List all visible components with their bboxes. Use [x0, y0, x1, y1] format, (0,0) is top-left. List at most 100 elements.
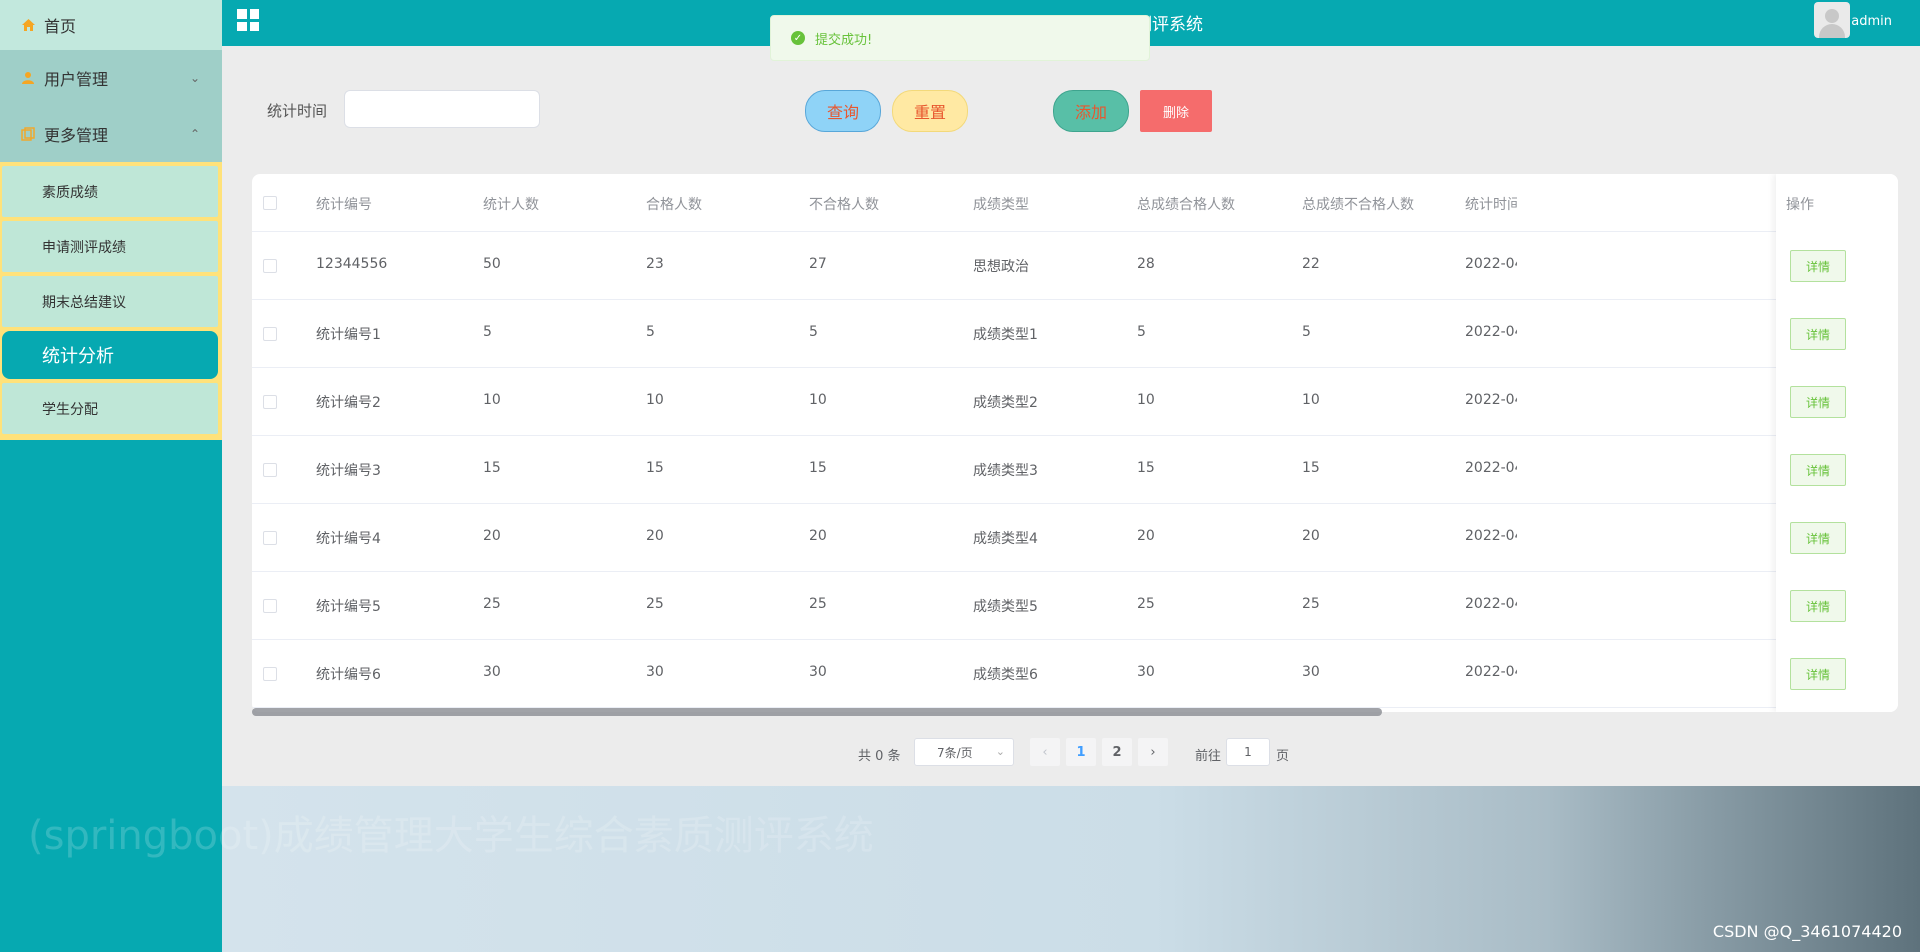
statistics-table: 统计编号 统计人数 合格人数 不合格人数 成绩类型 总成绩合格人数 总成绩不合格人数 统计时间…: [252, 174, 1898, 712]
table-cell: 2022-04: [1465, 596, 1517, 612]
table-cell: 15: [646, 460, 664, 476]
fixed-action-column: 详情 详情 详情 详情 详情 详情 详情 操作: [1776, 174, 1898, 712]
table-cell: 25: [1137, 596, 1155, 612]
table-cell: 统计编号2: [316, 395, 381, 411]
table-cell: 统计编号4: [316, 531, 381, 547]
table-cell: 30: [1302, 664, 1320, 680]
table-cell: 10: [646, 392, 664, 408]
table-cell: 10: [1302, 392, 1320, 408]
table-cell: 2022-04: [1465, 528, 1517, 544]
table-cell: 20: [809, 528, 827, 544]
table-cell: 15: [809, 460, 827, 476]
page-1-button[interactable]: 1: [1066, 738, 1096, 766]
table-cell: 成绩类型4: [973, 531, 1038, 547]
table-cell: 10: [809, 392, 827, 408]
row-checkbox[interactable]: [263, 259, 277, 273]
detail-button[interactable]: 详情: [1790, 522, 1846, 554]
reset-button[interactable]: 重置: [892, 90, 968, 132]
sub-item-student-assignment[interactable]: 学生分配: [2, 383, 218, 434]
prev-page-button[interactable]: ‹: [1030, 738, 1060, 766]
row-checkbox[interactable]: [263, 667, 277, 681]
table-row: 统计编号1 5 5 5 成绩类型1 5 5 2022-04: [252, 300, 1898, 368]
next-page-button[interactable]: ›: [1138, 738, 1168, 766]
table-cell: 22: [1302, 256, 1320, 272]
detail-button[interactable]: 详情: [1790, 658, 1846, 690]
table-cell: 统计编号1: [316, 327, 381, 343]
table-cell: 12344556: [316, 256, 388, 272]
table-header-row: 统计编号 统计人数 合格人数 不合格人数 成绩类型 总成绩合格人数 总成绩不合格人数 统计时间: [252, 174, 1898, 232]
csdn-watermark: CSDN @Q_3461074420: [1712, 922, 1902, 941]
toast-message: 提交成功!: [815, 32, 873, 48]
search-time-input[interactable]: [344, 90, 540, 128]
menu-home[interactable]: 首页: [0, 0, 222, 50]
sub-item-quality-score[interactable]: 素质成绩: [2, 166, 218, 217]
menu-user-management-label: 用户管理: [44, 70, 109, 89]
menu-user-management[interactable]: 用户管理 ⌄: [0, 50, 222, 106]
table-cell: 5: [1137, 324, 1146, 340]
table-cell: 15: [1302, 460, 1320, 476]
table-cell: 20: [483, 528, 501, 544]
table-cell: 20: [646, 528, 664, 544]
grid-menu-icon[interactable]: [237, 9, 259, 31]
chevron-left-icon: ‹: [1042, 744, 1048, 760]
delete-button[interactable]: 删除: [1140, 90, 1212, 132]
page-2-button[interactable]: 2: [1102, 738, 1132, 766]
detail-button[interactable]: 详情: [1790, 590, 1846, 622]
avatar[interactable]: [1814, 2, 1850, 38]
table-cell: 统计编号5: [316, 599, 381, 615]
table-cell: 2022-04: [1465, 324, 1517, 340]
row-checkbox[interactable]: [263, 327, 277, 341]
detail-button[interactable]: 详情: [1790, 454, 1846, 486]
table-cell: 思想政治: [973, 259, 1029, 275]
select-all-checkbox[interactable]: [263, 196, 277, 210]
detail-button[interactable]: 详情: [1790, 250, 1846, 282]
row-checkbox[interactable]: [263, 531, 277, 545]
column-header: 总成绩合格人数: [1137, 197, 1235, 213]
chevron-down-icon: ⌄: [995, 745, 1005, 758]
table-cell: 统计编号3: [316, 463, 381, 479]
table-cell: 2022-04: [1465, 392, 1517, 408]
menu-home-label: 首页: [44, 17, 77, 36]
add-button[interactable]: 添加: [1053, 90, 1129, 132]
copy-icon: [20, 126, 36, 142]
table-cell: 20: [1137, 528, 1155, 544]
column-header: 统计编号: [316, 197, 372, 213]
page-size-select[interactable]: 7条/页 ⌄: [914, 738, 1014, 766]
column-header: 不合格人数: [809, 197, 879, 213]
table-cell: 2022-04: [1465, 256, 1517, 272]
sub-item-term-summary[interactable]: 期末总结建议: [2, 276, 218, 327]
user-icon: [20, 70, 36, 86]
main-content: 统计时间 查询 重置 添加 删除 统计编号 统计人数 合格人数 不合格人数 成绩类型 总成…: [222, 46, 1920, 786]
table-row: 统计编号3 15 15 15 成绩类型3 15 15 2022-04: [252, 436, 1898, 504]
user-name[interactable]: admin: [1851, 14, 1892, 29]
goto-label: 前往: [1195, 749, 1222, 764]
table-cell: 15: [483, 460, 501, 476]
goto-page-input[interactable]: 1: [1226, 738, 1270, 766]
success-toast: ✓ 提交成功!: [770, 15, 1150, 61]
menu-more-management[interactable]: 更多管理 ⌃: [0, 106, 222, 162]
row-checkbox[interactable]: [263, 599, 277, 613]
column-header: 成绩类型: [973, 197, 1029, 213]
table-cell: 成绩类型3: [973, 463, 1038, 479]
detail-button[interactable]: 详情: [1790, 386, 1846, 418]
row-checkbox[interactable]: [263, 463, 277, 477]
background-watermark-text: (springboot)成绩管理大学生综合素质测评系统: [28, 813, 874, 859]
table-cell: 27: [809, 256, 827, 272]
table-cell: 28: [1137, 256, 1155, 272]
horizontal-scrollbar[interactable]: [252, 708, 1382, 716]
home-icon: [20, 17, 36, 33]
query-button[interactable]: 查询: [805, 90, 881, 132]
table-cell: 25: [809, 596, 827, 612]
table-cell: 成绩类型5: [973, 599, 1038, 615]
table-cell: 10: [1137, 392, 1155, 408]
page-unit-label: 页: [1276, 749, 1290, 764]
sub-item-statistics[interactable]: 统计分析: [2, 331, 218, 379]
row-checkbox[interactable]: [263, 395, 277, 409]
detail-button[interactable]: 详情: [1790, 318, 1846, 350]
table-cell: 30: [483, 664, 501, 680]
sub-item-apply-evaluation[interactable]: 申请测评成绩: [2, 221, 218, 272]
column-header: 统计时间: [1465, 197, 1517, 213]
table-cell: 成绩类型2: [973, 395, 1038, 411]
chevron-up-icon: ⌃: [189, 127, 200, 141]
table-cell: 2022-04: [1465, 460, 1517, 476]
